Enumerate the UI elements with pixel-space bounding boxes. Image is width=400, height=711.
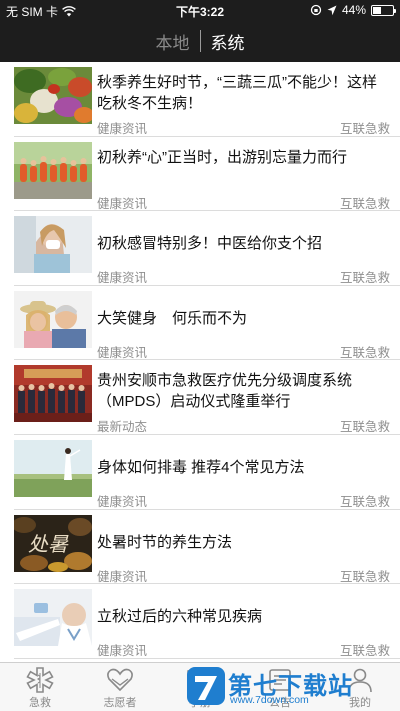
battery-icon xyxy=(371,4,396,16)
news-thumbnail xyxy=(14,439,92,497)
news-category: 健康资讯 xyxy=(97,494,148,509)
book-icon xyxy=(186,667,214,693)
news-thumbnail: 处暑 xyxy=(14,514,92,572)
news-item[interactable]: 初秋养“心”正当时，出游别忘量力而行 健康资讯 互联急救 xyxy=(14,137,400,212)
status-bar: 无 SIM 卡 下午3:22 44% xyxy=(0,0,400,20)
news-thumbnail xyxy=(14,589,92,647)
status-right: 44% xyxy=(310,3,396,17)
tab-system[interactable]: 系统 xyxy=(201,29,255,54)
news-source: 互联急救 xyxy=(339,122,390,136)
tab-volunteer[interactable]: 志愿者 xyxy=(80,663,160,711)
news-item[interactable]: 秋季养生好时节，“三蔬三瓜”不能少！这样吃秋冬不生病！ 健康资讯 互联急救 xyxy=(14,62,400,137)
tab-label: 我的 xyxy=(349,697,371,709)
news-thumbnail xyxy=(14,141,92,199)
news-thumbnail xyxy=(14,67,92,124)
news-list: 秋季养生好时节，“三蔬三瓜”不能少！这样吃秋冬不生病！ 健康资讯 互联急救 初秋… xyxy=(0,62,400,662)
news-title: 处暑时节的养生方法 xyxy=(97,533,233,551)
tab-label: 公告 xyxy=(269,697,291,709)
news-category: 健康资讯 xyxy=(97,345,148,360)
news-source: 互联急救 xyxy=(339,644,390,659)
tab-local[interactable]: 本地 xyxy=(146,29,200,54)
news-title: 秋季养生好时节，“三蔬三瓜”不能少！这样吃秋冬不生病！ xyxy=(97,74,377,112)
news-thumbnail xyxy=(14,365,92,423)
news-source: 互联急救 xyxy=(339,196,390,211)
tab-announcement[interactable]: 公告 xyxy=(240,663,320,711)
heart-hands-icon xyxy=(106,667,134,693)
news-title: 初秋养“心”正当时，出游别忘量力而行 xyxy=(97,148,347,166)
news-item[interactable]: 立秋过后的六种常见疾病 健康资讯 互联急救 xyxy=(14,584,400,659)
tab-label: 志愿者 xyxy=(103,697,137,709)
news-category: 健康资讯 xyxy=(97,196,148,211)
news-source: 互联急救 xyxy=(339,494,390,509)
news-title: 初秋感冒特别多！中医给你支个招 xyxy=(97,235,323,253)
segmented-header: 本地 系统 xyxy=(0,20,400,62)
news-title: 大笑健身 何乐而不为 xyxy=(97,309,248,327)
star-of-life-icon xyxy=(26,667,54,693)
news-item[interactable]: 贵州安顺市急救医疗优先分级调度系统（MPDS）启动仪式隆重举行 最新动态 互联急… xyxy=(14,360,400,435)
news-item[interactable]: 初秋感冒特别多！中医给你支个招 健康资讯 互联急救 xyxy=(14,211,400,286)
news-category: 健康资讯 xyxy=(97,271,148,286)
tab-handbook[interactable]: 手册 xyxy=(160,663,240,711)
news-thumbnail xyxy=(14,216,92,274)
news-item[interactable]: 处暑 处暑时节的养生方法 健康资讯 互联急救 xyxy=(14,510,400,585)
news-category: 最新动态 xyxy=(97,420,148,435)
announcement-icon xyxy=(266,667,294,693)
tab-label: 手册 xyxy=(189,697,211,709)
news-thumbnail xyxy=(14,290,92,348)
news-title: 立秋过后的六种常见疾病 xyxy=(97,608,263,626)
news-category: 健康资讯 xyxy=(97,122,148,136)
rotation-lock-icon xyxy=(310,4,322,16)
news-source: 互联急救 xyxy=(339,420,390,435)
tab-first-aid[interactable]: 急救 xyxy=(0,663,80,711)
news-title: 贵州安顺市急救医疗优先分级调度系统（MPDS）启动仪式隆重举行 xyxy=(97,372,353,411)
tab-label: 急救 xyxy=(29,697,51,709)
bottom-tab-bar: 急救 志愿者 手册 公告 我的 xyxy=(0,662,400,711)
news-item[interactable]: 大笑健身 何乐而不为 健康资讯 互联急救 xyxy=(14,286,400,361)
person-icon xyxy=(346,667,374,693)
news-item[interactable]: 身体如何排毒 推荐4个常见方法 健康资讯 互联急救 xyxy=(14,435,400,510)
news-title: 身体如何排毒 推荐4个常见方法 xyxy=(97,458,305,476)
battery-percent: 44% xyxy=(341,3,366,17)
tab-mine[interactable]: 我的 xyxy=(320,663,400,711)
news-category: 健康资讯 xyxy=(97,644,148,659)
news-category: 健康资讯 xyxy=(97,569,148,584)
news-source: 互联急救 xyxy=(339,345,390,360)
news-source: 互联急救 xyxy=(339,271,390,286)
location-arrow-icon xyxy=(327,5,337,16)
news-source: 互联急救 xyxy=(339,569,390,584)
thumb-caption: 处暑 xyxy=(28,532,69,556)
